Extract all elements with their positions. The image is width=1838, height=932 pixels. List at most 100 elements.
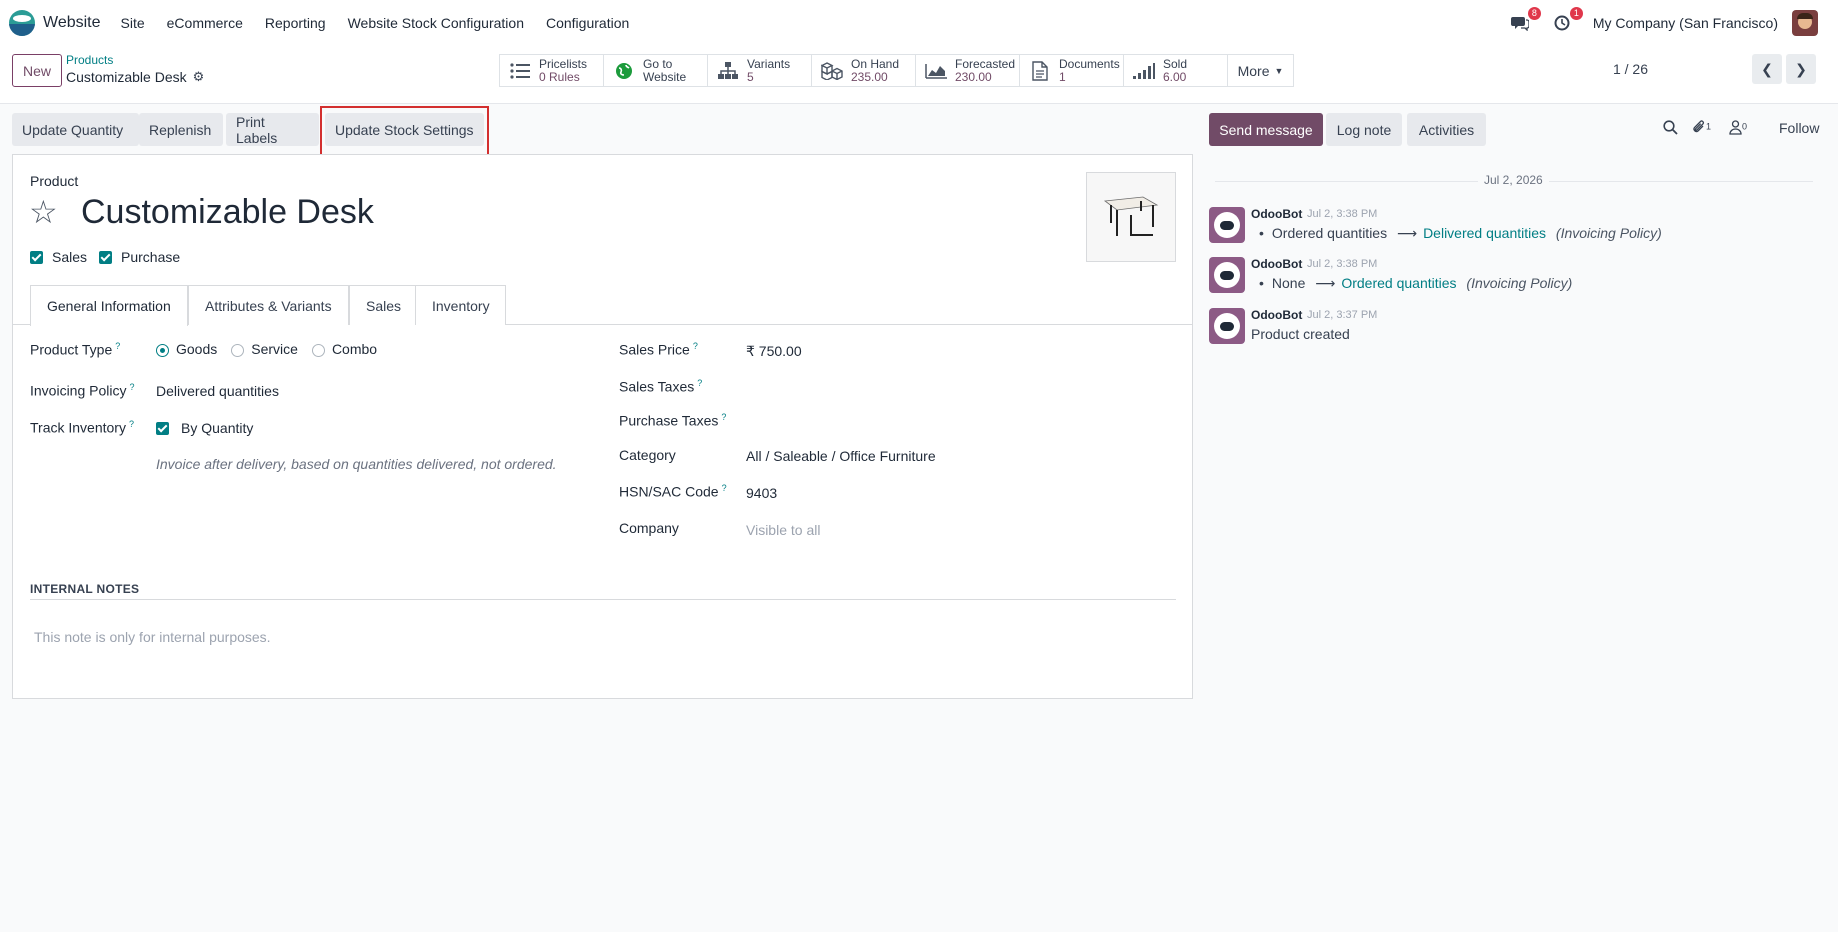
- area-chart-icon: [925, 60, 947, 82]
- chatter-message: OdooBot Jul 2, 3:37 PM Product created: [1209, 308, 1829, 348]
- messages-badge: 8: [1527, 7, 1541, 20]
- activities-button[interactable]: Activities: [1407, 113, 1486, 146]
- menu-ecommerce[interactable]: eCommerce: [167, 15, 243, 31]
- odoobot-avatar[interactable]: [1209, 308, 1245, 344]
- new-button[interactable]: New: [12, 54, 62, 87]
- sales-taxes-label: Sales Taxes?: [619, 378, 703, 395]
- sales-price-field[interactable]: ₹ 750.00: [746, 343, 802, 360]
- more-label: More: [1237, 62, 1270, 79]
- forecasted-smart-button[interactable]: Forecasted 230.00: [916, 55, 1020, 86]
- product-type-label: Product Type?: [30, 341, 121, 358]
- company-field[interactable]: Visible to all: [746, 522, 820, 538]
- invoicing-policy-field[interactable]: Delivered quantities: [156, 383, 279, 399]
- category-field[interactable]: All / Saleable / Office Furniture: [746, 448, 936, 464]
- menu-reporting[interactable]: Reporting: [265, 15, 326, 31]
- chevron-right-icon: ❯: [1795, 60, 1807, 77]
- tab-sales[interactable]: Sales: [349, 285, 416, 325]
- chatter-message: OdooBot Jul 2, 3:38 PM • None ⟶ Ordered qu…: [1209, 257, 1829, 297]
- menu-site[interactable]: Site: [121, 15, 145, 31]
- breadcrumb-current-label: Customizable Desk: [66, 69, 187, 85]
- purchase-checkbox-label: Purchase: [121, 249, 181, 265]
- breadcrumb-current: Customizable Desk ⚙: [66, 69, 204, 85]
- track-inventory-field[interactable]: By Quantity: [156, 420, 253, 436]
- list-icon: [509, 60, 531, 82]
- old-value: None: [1271, 275, 1306, 291]
- control-panel: New Products Customizable Desk ⚙ Priceli…: [0, 46, 1838, 104]
- user-avatar[interactable]: [1792, 10, 1818, 36]
- smart-label: Sold: [1163, 56, 1188, 71]
- on-hand-smart-button[interactable]: On Hand 235.00: [812, 55, 916, 86]
- divider: [30, 599, 1176, 600]
- smart-label: Forecasted: [955, 56, 1016, 71]
- tab-general-information[interactable]: General Information: [30, 285, 188, 326]
- documents-smart-button[interactable]: Documents 1: [1020, 55, 1124, 86]
- sales-checkbox-label: Sales: [52, 249, 88, 265]
- pager-next-button[interactable]: ❯: [1786, 54, 1816, 84]
- chatter-message: OdooBot Jul 2, 3:38 PM • Ordered quantiti…: [1209, 207, 1829, 247]
- print-labels-button[interactable]: Print Labels: [226, 113, 319, 146]
- message-body: • None ⟶ Ordered quantities (Invoicing Pol…: [1259, 275, 1573, 291]
- send-message-button[interactable]: Send message: [1209, 113, 1323, 146]
- field-name: (Invoicing Policy): [1466, 275, 1573, 291]
- checkbox-checked-icon: [99, 250, 112, 264]
- update-quantity-button[interactable]: Update Quantity: [12, 113, 139, 146]
- message-author[interactable]: OdooBot: [1251, 207, 1302, 221]
- replenish-button[interactable]: Replenish: [139, 113, 223, 146]
- message-author[interactable]: OdooBot: [1251, 308, 1302, 322]
- old-value: Ordered quantities: [1271, 225, 1388, 241]
- company-label: Company: [619, 520, 679, 536]
- purchase-taxes-label: Purchase Taxes?: [619, 412, 727, 429]
- sales-checkbox[interactable]: Sales: [30, 249, 87, 265]
- radio-goods[interactable]: Goods: [156, 341, 217, 357]
- sales-taxes-field[interactable]: [746, 378, 1146, 396]
- product-form-sheet: Product ☆ Customizable Desk Sales Purcha…: [12, 154, 1193, 699]
- more-dropdown[interactable]: More ▼: [1228, 55, 1293, 86]
- product-name-field[interactable]: Customizable Desk: [81, 193, 374, 232]
- field-name: (Invoicing Policy): [1555, 225, 1662, 241]
- menu-configuration[interactable]: Configuration: [546, 15, 629, 31]
- pager-value[interactable]: 1 / 26: [1613, 61, 1648, 77]
- product-image[interactable]: [1086, 172, 1176, 262]
- hsn-field[interactable]: 9403: [746, 485, 777, 501]
- paperclip-icon[interactable]: 1: [1692, 120, 1711, 138]
- purchase-checkbox[interactable]: Purchase: [99, 249, 180, 265]
- menu-website-stock-configuration[interactable]: Website Stock Configuration: [348, 15, 524, 31]
- smart-label: Variants: [747, 56, 791, 71]
- purchase-taxes-field[interactable]: [746, 412, 1146, 430]
- messages-icon[interactable]: 8: [1509, 7, 1541, 34]
- message-time: Jul 2, 3:37 PM: [1307, 309, 1378, 321]
- odoobot-avatar[interactable]: [1209, 207, 1245, 243]
- star-icon[interactable]: ☆: [29, 193, 58, 231]
- globe-icon: [613, 60, 635, 82]
- followers-count: 0: [1742, 121, 1748, 132]
- sold-smart-button[interactable]: Sold 6.00: [1124, 55, 1228, 86]
- breadcrumb-products[interactable]: Products: [66, 53, 113, 67]
- smart-label: Pricelists: [539, 56, 588, 71]
- follow-button[interactable]: Follow: [1779, 120, 1819, 136]
- form-tabs: General Information Attributes & Variant…: [13, 285, 1192, 326]
- tab-attributes-variants[interactable]: Attributes & Variants: [188, 285, 349, 325]
- top-navbar: Website Site eCommerce Reporting Website…: [0, 0, 1838, 46]
- smart-label: Website: [643, 69, 687, 84]
- tab-inventory[interactable]: Inventory: [415, 285, 506, 325]
- document-icon: [1029, 60, 1051, 82]
- pager-previous-button[interactable]: ❮: [1752, 54, 1782, 84]
- followers-icon[interactable]: 0: [1729, 120, 1747, 138]
- variants-smart-button[interactable]: Variants 5: [708, 55, 812, 86]
- search-icon[interactable]: [1663, 120, 1678, 138]
- smart-value: 5: [747, 69, 754, 84]
- message-time: Jul 2, 3:38 PM: [1307, 208, 1378, 220]
- company-switcher[interactable]: My Company (San Francisco): [1593, 15, 1778, 31]
- pricelists-smart-button[interactable]: Pricelists 0 Rules: [500, 55, 604, 86]
- radio-service[interactable]: Service: [231, 341, 298, 357]
- gear-icon[interactable]: ⚙: [193, 69, 205, 85]
- message-author[interactable]: OdooBot: [1251, 257, 1302, 271]
- app-logo-icon[interactable]: [9, 10, 35, 36]
- app-name[interactable]: Website: [43, 14, 101, 32]
- go-to-website-smart-button[interactable]: Go to Website: [604, 55, 708, 86]
- log-note-button[interactable]: Log note: [1326, 113, 1402, 146]
- activities-clock-icon[interactable]: 1: [1551, 7, 1583, 34]
- internal-notes-field[interactable]: This note is only for internal purposes.: [34, 629, 271, 645]
- radio-combo[interactable]: Combo: [311, 341, 377, 357]
- odoobot-avatar[interactable]: [1209, 257, 1245, 293]
